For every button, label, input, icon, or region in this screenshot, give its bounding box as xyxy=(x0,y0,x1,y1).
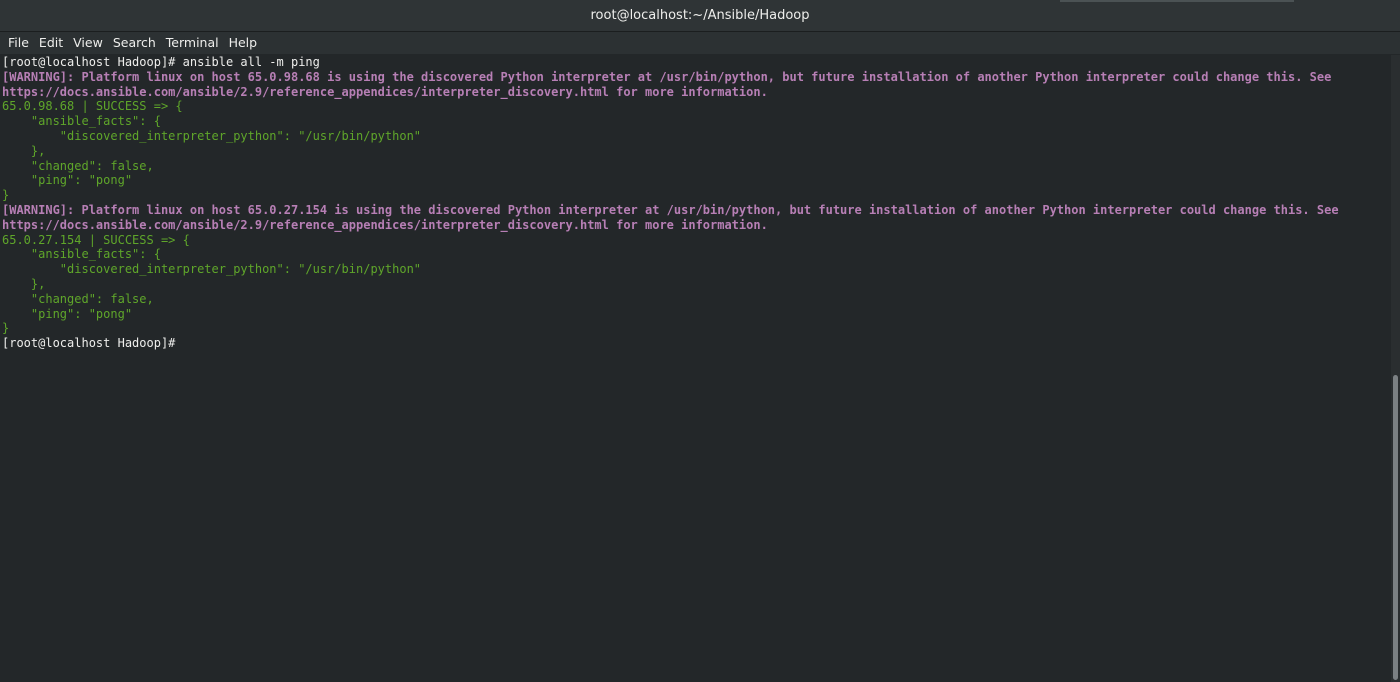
terminal-line: } xyxy=(2,188,10,203)
scrollbar-thumb[interactable] xyxy=(1393,375,1398,680)
terminal-line: https://docs.ansible.com/ansible/2.9/ref… xyxy=(2,217,768,232)
terminal-line: "ansible_facts": { xyxy=(2,114,161,129)
title-bar[interactable]: root@localhost:~/Ansible/Hadoop xyxy=(0,0,1400,32)
terminal-line: "discovered_interpreter_python": "/usr/b… xyxy=(2,128,422,143)
terminal-line: "ping": "pong" xyxy=(2,306,133,321)
terminal-line: 65.0.98.68 | SUCCESS => { xyxy=(2,99,183,114)
terminal-line: 65.0.27.154 | SUCCESS => { xyxy=(2,232,190,247)
menu-edit[interactable]: Edit xyxy=(35,33,67,53)
terminal-line: }, xyxy=(2,143,46,158)
terminal-output[interactable]: [root@localhost Hadoop]# ansible all -m … xyxy=(0,55,1391,682)
terminal-line: [WARNING]: Platform linux on host 65.0.9… xyxy=(2,69,1332,84)
terminal-line: [WARNING]: Platform linux on host 65.0.2… xyxy=(2,202,1339,217)
terminal-line: "discovered_interpreter_python": "/usr/b… xyxy=(2,262,422,277)
menu-file[interactable]: File xyxy=(4,33,33,53)
menu-help[interactable]: Help xyxy=(225,33,262,53)
terminal-line: https://docs.ansible.com/ansible/2.9/ref… xyxy=(2,84,768,99)
terminal-line: [root@localhost Hadoop]# xyxy=(2,336,183,351)
window-title: root@localhost:~/Ansible/Hadoop xyxy=(590,8,810,23)
terminal-line: "ansible_facts": { xyxy=(2,247,161,262)
vertical-scrollbar[interactable] xyxy=(1391,55,1400,682)
terminal-line: "ping": "pong" xyxy=(2,173,133,188)
terminal-line: "changed": false, xyxy=(2,291,154,306)
terminal-line: }, xyxy=(2,276,46,291)
menu-view[interactable]: View xyxy=(69,33,107,53)
terminal-text: [root@localhost Hadoop]# ansible all -m … xyxy=(0,55,1391,351)
terminal-window: root@localhost:~/Ansible/Hadoop File Edi… xyxy=(0,0,1400,682)
terminal-line: } xyxy=(2,321,10,336)
terminal-line: [root@localhost Hadoop]# ansible all -m … xyxy=(2,55,320,69)
menu-search[interactable]: Search xyxy=(109,33,160,53)
menu-bar: File Edit View Search Terminal Help xyxy=(0,32,1400,54)
menu-terminal[interactable]: Terminal xyxy=(162,33,223,53)
terminal-line: "changed": false, xyxy=(2,158,154,173)
